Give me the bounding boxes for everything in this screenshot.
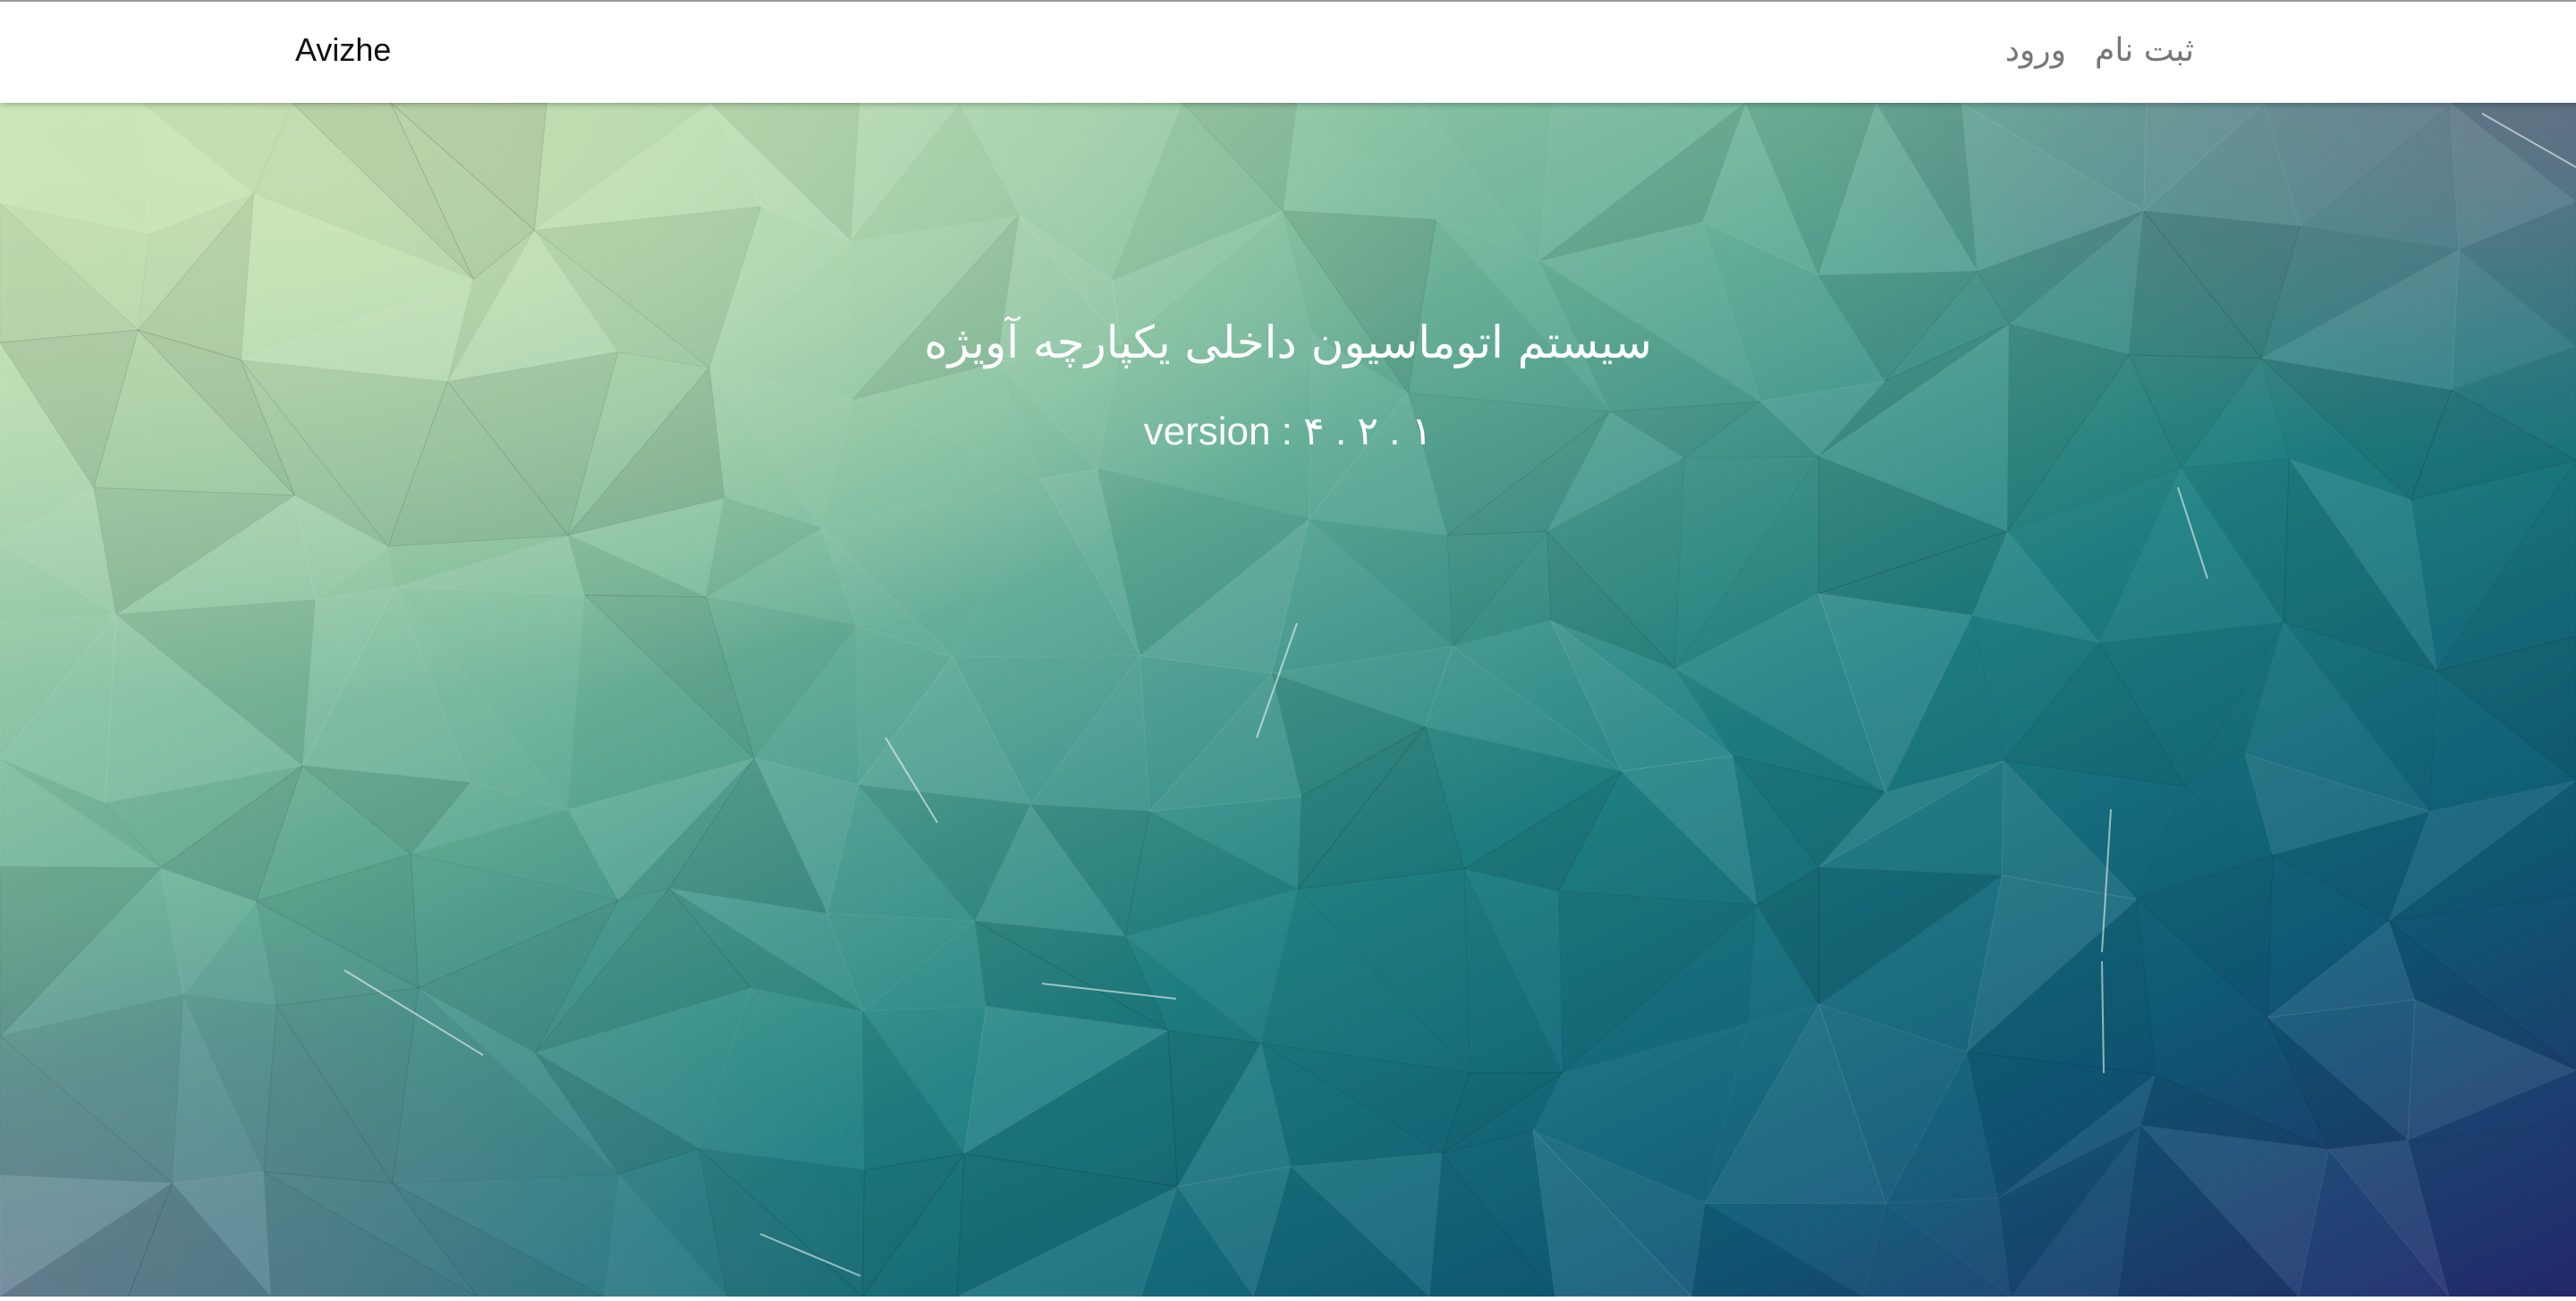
version-label: version : ۴ . ۲ . ۱ <box>1143 410 1433 453</box>
top-navbar: Avizhe ورود ثبت نام <box>0 0 2576 103</box>
nav-links: ورود ثبت نام <box>2005 29 2194 73</box>
hero-title: سیستم اتوماسیون داخلی یکپارچه آویژه <box>924 317 1652 368</box>
bottom-strip <box>0 1297 2576 1301</box>
brand-link[interactable]: Avizhe <box>295 30 391 70</box>
hero-banner: سیستم اتوماسیون داخلی یکپارچه آویژه vers… <box>0 103 2576 1297</box>
low-poly-background <box>0 103 2576 1297</box>
register-link[interactable]: ثبت نام <box>2095 29 2194 73</box>
login-link[interactable]: ورود <box>2005 29 2066 73</box>
